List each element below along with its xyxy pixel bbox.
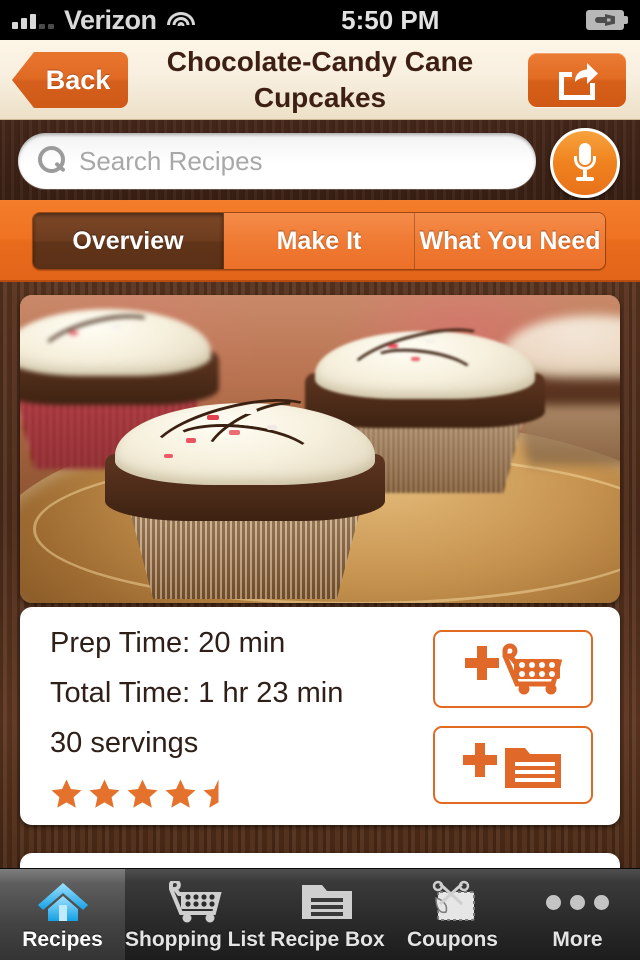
prep-time: Prep Time: 20 min bbox=[50, 627, 286, 659]
status-bar: Verizon 5:50 PM bbox=[0, 0, 640, 40]
ellipsis-icon bbox=[545, 878, 609, 926]
rating-star bbox=[51, 779, 82, 808]
tab-recipes-label: Recipes bbox=[22, 928, 103, 951]
recipe-info-card: Prep Time: 20 min Total Time: 1 hr 23 mi… bbox=[20, 607, 620, 825]
status-bar-left: Verizon bbox=[0, 5, 195, 36]
add-to-shopping-list-button[interactable] bbox=[433, 630, 593, 708]
add-to-recipe-box-icon bbox=[463, 743, 561, 788]
voice-search-button[interactable] bbox=[550, 128, 620, 198]
recipe-meta: Prep Time: 20 min Total Time: 1 hr 23 mi… bbox=[50, 627, 343, 810]
rating-star bbox=[89, 779, 120, 808]
share-button[interactable] bbox=[528, 53, 626, 107]
tab-coupons[interactable]: Coupons bbox=[390, 869, 515, 960]
share-icon bbox=[559, 63, 598, 100]
page-title-line-1: Chocolate-Candy Cane bbox=[166, 46, 474, 78]
recipe-content-scroll[interactable]: Prep Time: 20 min Total Time: 1 hr 23 mi… bbox=[0, 282, 640, 868]
tab-coupons-label: Coupons bbox=[406, 928, 498, 951]
tab-shopping-list-label: Shopping List bbox=[125, 928, 265, 951]
tab-more[interactable]: More bbox=[515, 869, 640, 960]
tab-recipe-box[interactable]: Recipe Box bbox=[265, 869, 390, 960]
add-to-cart-icon bbox=[465, 643, 563, 695]
wifi-icon bbox=[166, 10, 195, 30]
segmented-control: Overview Make It What You Need bbox=[32, 212, 606, 270]
microphone-icon bbox=[572, 143, 598, 183]
tab-more-label: More bbox=[552, 928, 603, 951]
tab-overview[interactable]: Overview bbox=[33, 213, 224, 269]
folder-icon bbox=[299, 878, 355, 926]
recipe-photo bbox=[20, 295, 620, 603]
tab-recipe-box-label: Recipe Box bbox=[270, 928, 385, 951]
tab-what-you-need[interactable]: What You Need bbox=[415, 213, 605, 269]
app-root: Verizon 5:50 PM Back Chocolate-Candy Can… bbox=[0, 0, 640, 960]
back-button[interactable]: Back bbox=[12, 52, 128, 108]
tab-make-it[interactable]: Make It bbox=[224, 213, 415, 269]
page-title: Chocolate-Candy Cane Cupcakes bbox=[150, 40, 490, 120]
back-button-label: Back bbox=[45, 64, 111, 95]
add-to-recipe-box-button[interactable] bbox=[433, 726, 593, 804]
rating-stars bbox=[50, 777, 343, 810]
tab-shopping-list[interactable]: Shopping List bbox=[125, 869, 265, 960]
search-placeholder: Search Recipes bbox=[79, 145, 263, 176]
rating-star bbox=[165, 779, 196, 808]
battery-charging-icon bbox=[586, 10, 628, 30]
bottom-tab-bar: Recipes Shopping List Recipe Box Coupons… bbox=[0, 868, 640, 960]
clock-label: 5:50 PM bbox=[341, 4, 440, 35]
search-icon bbox=[35, 144, 69, 178]
signal-strength-icon bbox=[12, 11, 54, 29]
rating-star bbox=[203, 779, 234, 808]
home-icon bbox=[35, 878, 91, 926]
rating-star bbox=[127, 779, 158, 808]
recipe-photo-card bbox=[20, 295, 620, 603]
total-time: Total Time: 1 hr 23 min bbox=[50, 677, 344, 709]
segmented-control-container: Overview Make It What You Need bbox=[0, 200, 640, 282]
next-section-card[interactable] bbox=[20, 853, 620, 868]
cupcake-foreground bbox=[104, 384, 386, 599]
servings: 30 servings bbox=[50, 727, 199, 759]
navigation-bar: Back Chocolate-Candy Cane Cupcakes bbox=[0, 40, 640, 120]
tab-recipes[interactable]: Recipes bbox=[0, 869, 125, 960]
search-bar-container: Search Recipes bbox=[0, 120, 640, 200]
carrier-label: Verizon bbox=[64, 4, 157, 35]
search-input[interactable]: Search Recipes bbox=[18, 133, 536, 189]
page-title-line-2: Cupcakes bbox=[253, 82, 387, 113]
shopping-cart-icon bbox=[167, 878, 223, 926]
status-bar-right bbox=[586, 10, 640, 30]
coupon-scissors-icon bbox=[424, 878, 480, 926]
